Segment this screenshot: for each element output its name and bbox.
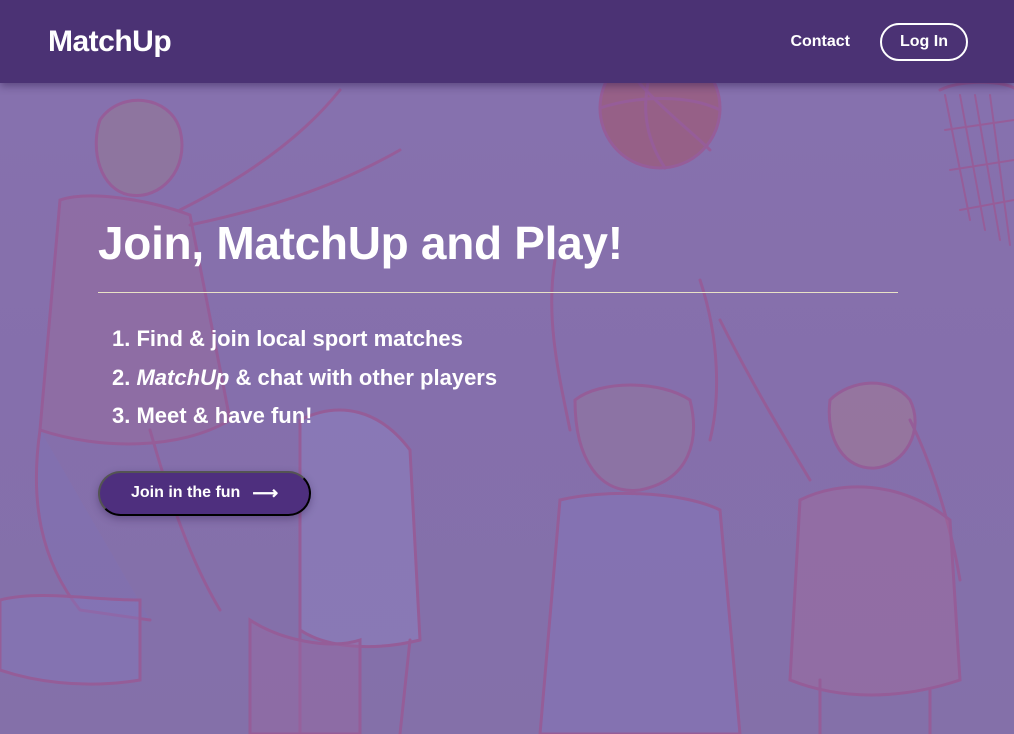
brand-logo[interactable]: MatchUp [48,25,172,59]
step-text: Find & join local sport matches [136,326,463,351]
step-text: Meet & have fun! [136,403,313,428]
step-number: 3. [112,403,131,428]
divider [98,292,898,293]
hero-content: Join, MatchUp and Play! 1. Find & join l… [98,214,898,516]
step-text: & chat with other players [229,364,498,390]
step-item: 1. Find & join local sport matches [112,320,898,359]
step-item: 3. Meet & have fun! [112,397,898,436]
step-item: 2. MatchUp & chat with other players [112,359,898,398]
join-button-label: Join in the fun [131,484,241,501]
contact-link[interactable]: Contact [790,33,850,51]
login-button[interactable]: Log In [880,22,968,61]
join-button[interactable]: Join in the fun ⟶ [98,470,312,516]
step-number: 2. [112,364,131,390]
nav-links: Contact Log In [790,22,968,61]
steps-list: 1. Find & join local sport matches 2. Ma… [98,320,898,436]
navbar: MatchUp Contact Log In [0,0,1014,83]
hero-headline: Join, MatchUp and Play! [98,217,623,269]
step-number: 1. [112,326,131,351]
arrow-right-icon: ⟶ [252,483,279,503]
step-emphasis: MatchUp [136,364,230,390]
